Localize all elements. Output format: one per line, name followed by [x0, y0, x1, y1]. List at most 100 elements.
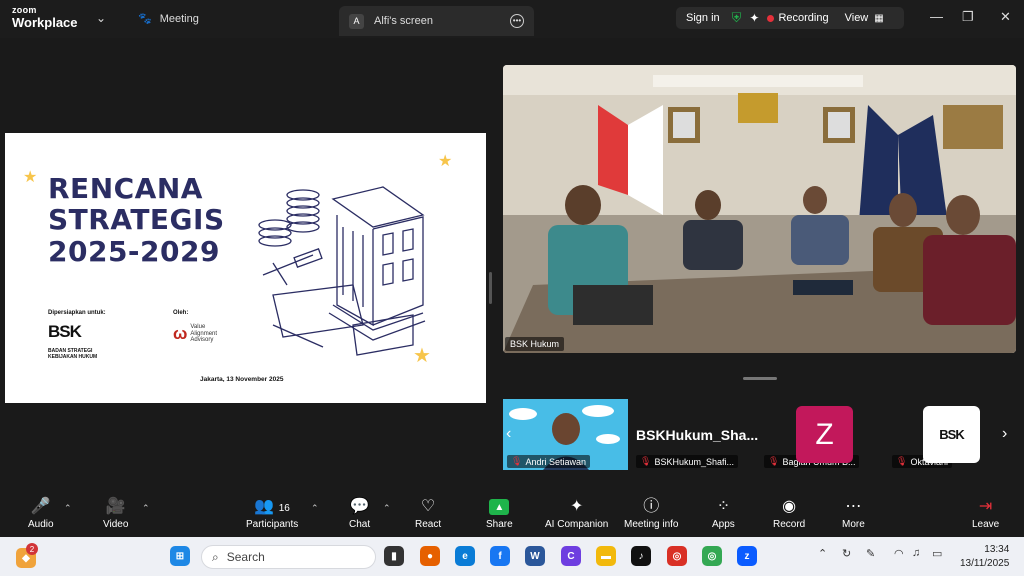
mic-muted-icon: 🎙 — [768, 456, 780, 466]
more-label: More — [842, 519, 865, 530]
system-clock[interactable]: 13:34 13/11/2025 — [960, 543, 1009, 571]
apps-label: Apps — [712, 519, 735, 530]
wifi-icon[interactable]: ◠ — [894, 547, 904, 560]
edge-icon[interactable]: e — [455, 546, 475, 566]
participant-name-label: 🎙 BSKHukum_Shafi... — [636, 455, 738, 468]
chevron-left-icon[interactable]: ‹ — [506, 425, 511, 443]
minimize-icon[interactable]: — — [930, 9, 943, 24]
shield-icon[interactable]: ⛨ — [732, 10, 742, 26]
windows-start-icon[interactable]: ⊞ — [170, 546, 190, 566]
brand-top: zoom — [12, 5, 37, 15]
title-line-3: 2025-2029 — [48, 234, 220, 268]
chat-button[interactable]: 💬 Chat — [349, 497, 370, 530]
mic-muted-icon: 🎙 — [640, 456, 652, 466]
main-video-feed[interactable] — [503, 65, 1016, 353]
tiktok-icon[interactable]: ♪ — [631, 546, 651, 566]
chevron-right-icon[interactable]: › — [1002, 425, 1007, 443]
participants-button[interactable]: 👥 16 Participants — [246, 497, 298, 530]
chevron-up-icon[interactable]: ⌃ — [311, 503, 319, 514]
star-icon: ★ — [438, 153, 453, 170]
participant-avatar: Z — [796, 406, 853, 463]
folder-icon[interactable]: ▬ — [596, 546, 616, 566]
apps-button[interactable]: ⁘ Apps — [712, 497, 735, 530]
slide-title: RENCANA STRATEGIS 2025-2029 — [48, 173, 225, 267]
value-alignment-logo: ω Value Alignment Advisory — [173, 324, 217, 344]
canva-icon[interactable]: C — [561, 546, 581, 566]
audio-button[interactable]: 🎤 Audio — [28, 497, 54, 530]
chevron-up-icon[interactable]: ⌃ — [64, 503, 72, 514]
meeting-tab[interactable]: 🐾 Meeting — [138, 12, 199, 26]
panel-resize-handle[interactable] — [489, 272, 492, 304]
search-placeholder: Search — [226, 550, 265, 564]
firefox-icon[interactable]: ● — [420, 546, 440, 566]
shared-slide: RENCANA STRATEGIS 2025-2029 ★ ★ ★ Dipers… — [5, 133, 486, 403]
meeting-room-video — [503, 65, 1016, 353]
info-icon: ⓘ — [643, 498, 660, 515]
record-icon: ◉ — [782, 498, 797, 515]
close-icon[interactable]: ✕ — [1000, 9, 1011, 25]
gallery-resize-grip[interactable] — [743, 377, 777, 380]
chevron-up-icon[interactable]: ⌃ — [142, 503, 150, 514]
record-label: Record — [773, 519, 806, 530]
chevron-up-icon[interactable]: ⌃ — [383, 503, 391, 514]
zoom-taskbar-icon[interactable]: z — [737, 546, 757, 566]
building-illustration — [258, 186, 426, 356]
participants-count: 16 — [278, 503, 290, 514]
va-line-2: Alignment — [190, 330, 218, 337]
restore-icon[interactable]: ❐ — [962, 9, 974, 25]
battery-icon[interactable]: ▭ — [932, 547, 942, 560]
heart-icon: ♡ — [420, 498, 436, 515]
record-button[interactable]: ◉ Record — [773, 497, 805, 530]
sync-icon[interactable]: ↻ — [842, 547, 851, 560]
more-button[interactable]: ⋯ More — [842, 497, 865, 530]
file-explorer-dark-icon[interactable]: ▮ — [384, 546, 404, 566]
va-line-3: Advisory — [190, 337, 214, 344]
ai-companion-button[interactable]: ✦ AI Companion — [545, 497, 608, 530]
react-button[interactable]: ♡ React — [415, 497, 441, 530]
va-mark-icon: ω — [173, 324, 188, 343]
facebook-icon[interactable]: f — [490, 546, 510, 566]
participant-tile[interactable]: BSKHukum_Sha... 🎙 BSKHukum_Shafi... — [632, 399, 758, 470]
participants-icon: 👥 16 — [254, 498, 290, 515]
view-button[interactable]: View — [845, 12, 869, 24]
share-button[interactable]: ▲ Share — [486, 497, 513, 530]
chrome-profile-icon[interactable]: ◎ — [702, 546, 722, 566]
by-label: Oleh: — [173, 310, 189, 316]
meeting-info-button[interactable]: ⓘ Meeting info — [624, 497, 678, 530]
leave-button[interactable]: ⇥ Leave — [972, 497, 999, 530]
meeting-info-label: Meeting info — [624, 519, 679, 530]
grid-view-icon[interactable]: ▦ — [874, 13, 883, 24]
mic-muted-icon: 🎙 — [896, 456, 908, 466]
top-right-controls: Sign in ⛨ ✦ Recording View ▦ — [676, 7, 904, 29]
chevron-down-icon[interactable]: ⌄ — [96, 11, 106, 25]
sign-in-button[interactable]: Sign in — [676, 12, 732, 24]
chevron-up-icon[interactable]: ⌃ — [818, 547, 827, 560]
participant-name: BSKHukum_Shafi... — [654, 456, 734, 467]
shared-screen-tab[interactable]: A Alfi's screen ••• — [339, 6, 534, 36]
participants-label: Participants — [246, 519, 299, 530]
zoom-logo[interactable]: zoom Workplace — [12, 5, 78, 30]
video-button[interactable]: 🎥 Video — [103, 497, 128, 530]
volume-icon[interactable]: ♫ — [912, 547, 920, 559]
participant-tile[interactable]: 🎙 Andri Setiawan — [503, 399, 628, 470]
brand-bottom: Workplace — [12, 15, 78, 30]
search-icon: ⌕ — [212, 549, 219, 564]
shared-screen-label: Alfi's screen — [374, 15, 433, 27]
presenter-avatar: A — [349, 13, 364, 29]
star-icon: ★ — [23, 169, 38, 186]
recording-indicator[interactable]: Recording — [778, 12, 828, 24]
word-icon[interactable]: W — [525, 546, 545, 566]
more-options-icon[interactable]: ••• — [510, 14, 524, 28]
sparkle-icon[interactable]: ✦ — [749, 11, 759, 25]
apps-icon: ⁘ — [716, 498, 731, 515]
slide-date: Jakarta, 13 November 2025 — [200, 376, 284, 383]
more-icon: ⋯ — [845, 498, 862, 515]
share-label: Share — [486, 519, 513, 530]
taskbar-search[interactable]: ⌕ Search — [201, 545, 376, 569]
ai-companion-label: AI Companion — [545, 519, 609, 530]
chrome-icon[interactable]: ◎ — [667, 546, 687, 566]
pen-icon[interactable]: ✎ — [866, 547, 875, 560]
notification-badge: 2 — [26, 543, 38, 555]
chat-icon: 💬 — [349, 498, 370, 515]
participant-name: Andri Setiawan — [525, 456, 586, 467]
